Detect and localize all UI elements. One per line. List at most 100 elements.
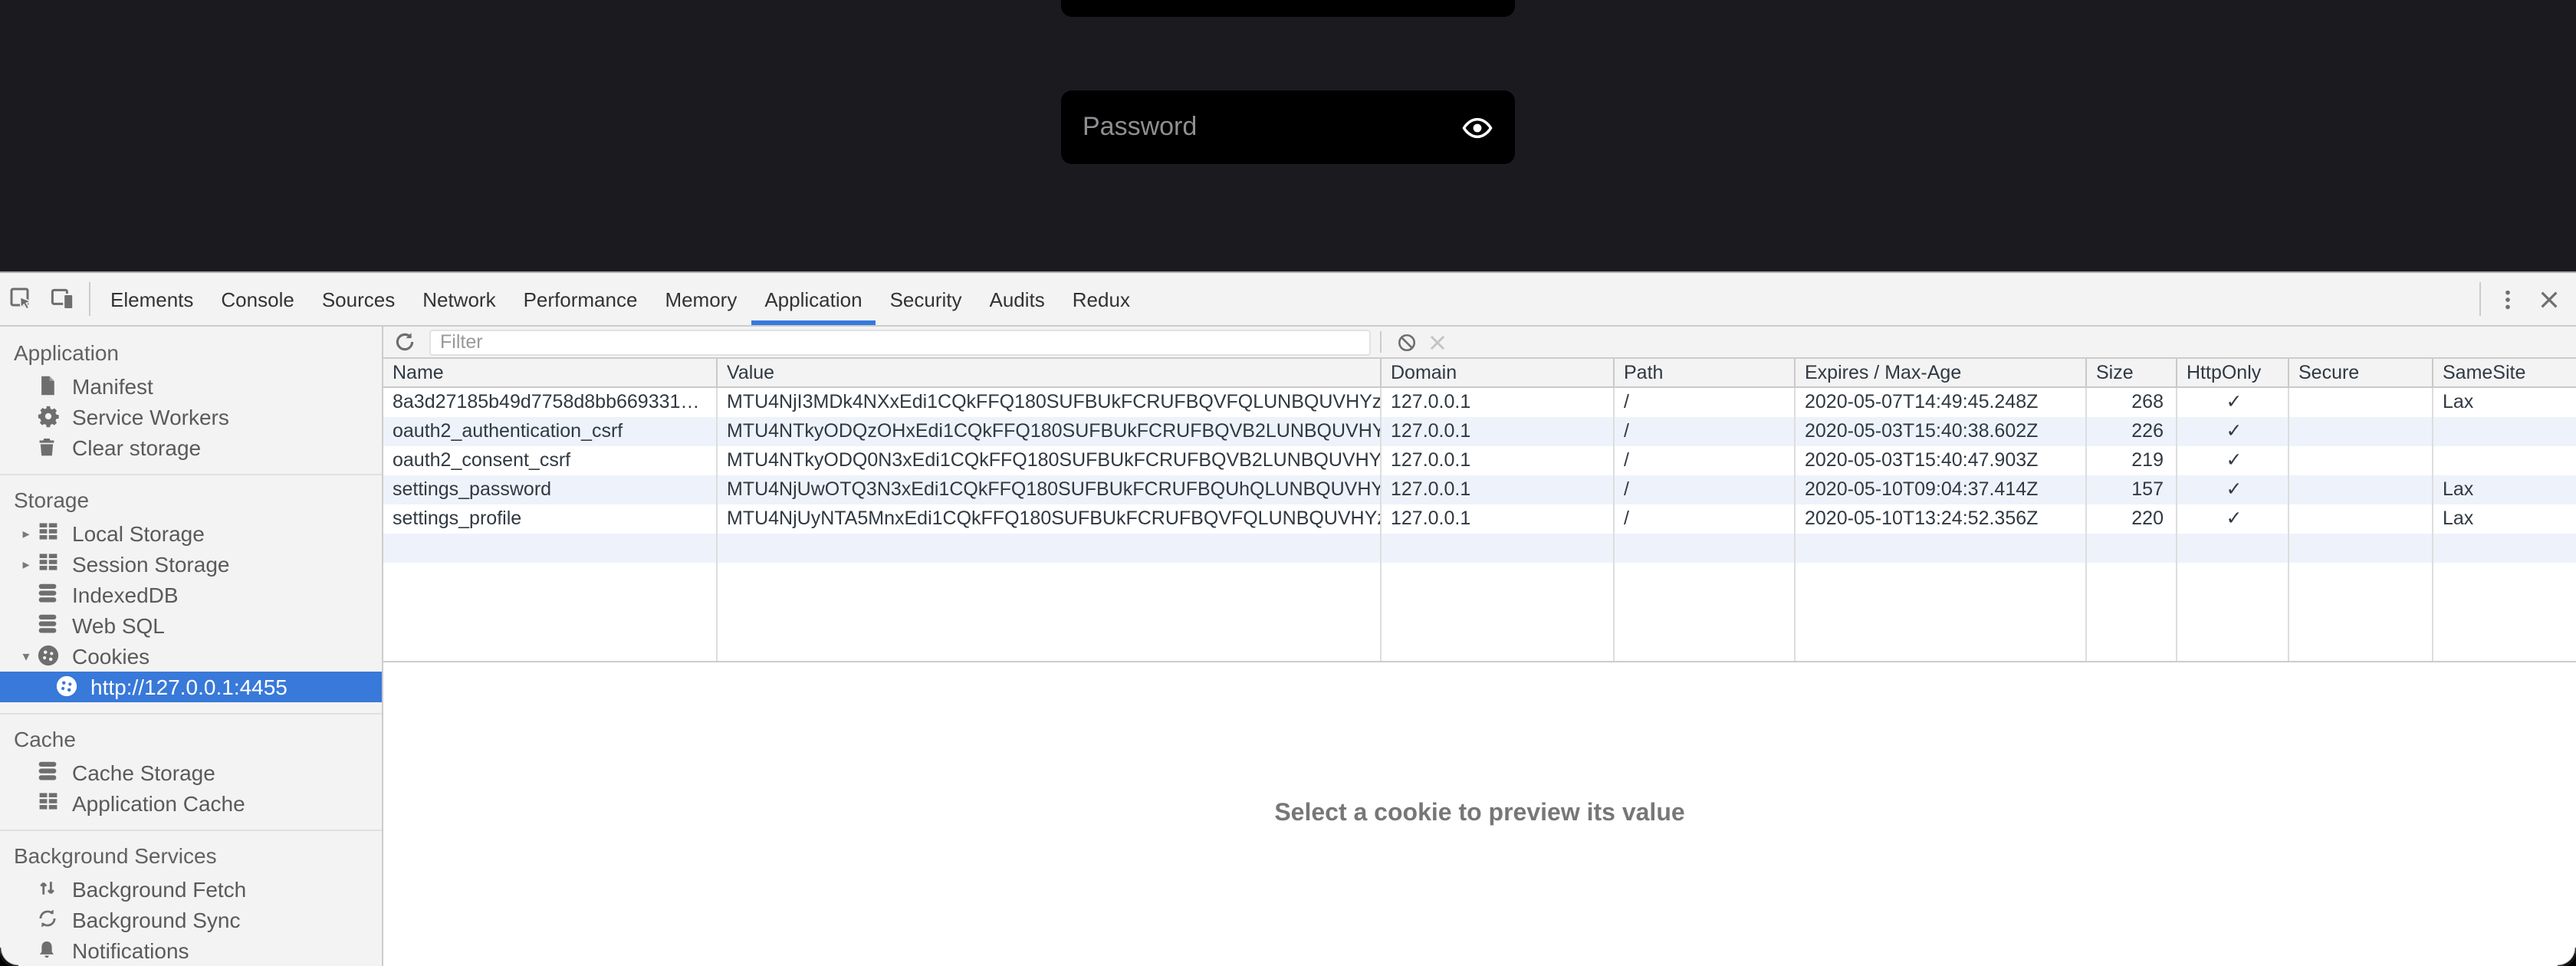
cell-path[interactable]: / (1615, 446, 1796, 475)
sidebar-item-web-sql[interactable]: Web SQL (0, 610, 382, 641)
expander-arrow-icon[interactable]: ▸ (15, 525, 37, 542)
cell-name[interactable]: 8a3d27185b49d7758d8bb669331… (383, 388, 718, 417)
tab-elements[interactable]: Elements (97, 273, 207, 325)
sidebar-item-application-cache[interactable]: Application Cache (0, 788, 382, 819)
cell-domain[interactable]: 127.0.0.1 (1382, 475, 1615, 504)
cell-size (2087, 534, 2177, 563)
cookie-row[interactable]: settings_passwordMTU4NjUwOTQ3N3xEdi1CQkF… (383, 475, 2576, 504)
cell-httponly[interactable]: ✓ (2177, 446, 2289, 475)
cell-secure[interactable] (2289, 388, 2433, 417)
cell-samesite[interactable] (2433, 446, 2576, 475)
cell-value[interactable]: MTU4NTkyODQ0N3xEdi1CQkFFQ180SUFBUkFCRUFB… (718, 446, 1382, 475)
tab-console[interactable]: Console (207, 273, 307, 325)
cell-size[interactable]: 157 (2087, 475, 2177, 504)
filter-input[interactable] (429, 329, 1371, 355)
sidebar-item-notifications[interactable]: Notifications (0, 935, 382, 966)
empty-table-area (383, 563, 2576, 661)
sidebar-item-background-fetch[interactable]: Background Fetch (0, 874, 382, 905)
cell-domain[interactable]: 127.0.0.1 (1382, 446, 1615, 475)
sidebar-item-local-storage[interactable]: ▸ Local Storage (0, 518, 382, 549)
tab-security[interactable]: Security (876, 273, 976, 325)
expander-arrow-icon[interactable]: ▾ (15, 648, 37, 665)
cookie-row[interactable]: settings_profileMTU4NjUyNTA5MnxEdi1CQkFF… (383, 504, 2576, 534)
cell-domain[interactable]: 127.0.0.1 (1382, 504, 1615, 534)
sidebar-item-session-storage[interactable]: ▸ Session Storage (0, 549, 382, 580)
clear-all-icon[interactable] (1391, 327, 1421, 357)
cell-httponly[interactable]: ✓ (2177, 388, 2289, 417)
cell-secure[interactable] (2289, 446, 2433, 475)
tab-performance[interactable]: Performance (510, 273, 652, 325)
cell-name[interactable]: oauth2_consent_csrf (383, 446, 718, 475)
cell-samesite[interactable]: Lax (2433, 475, 2576, 504)
sidebar-item-background-sync[interactable]: Background Sync (0, 905, 382, 935)
cookie-row[interactable]: 8a3d27185b49d7758d8bb669331…MTU4NjI3MDk4… (383, 388, 2576, 417)
cell-samesite[interactable] (2433, 417, 2576, 446)
tab-application[interactable]: Application (751, 273, 876, 325)
cookie-row[interactable]: oauth2_consent_csrfMTU4NTkyODQ0N3xEdi1CQ… (383, 446, 2576, 475)
tab-audits[interactable]: Audits (976, 273, 1059, 325)
sidebar-item-http-127-0-0-1-4455[interactable]: http://127.0.0.1:4455 (0, 672, 382, 702)
column-header-domain[interactable]: Domain (1382, 359, 1615, 386)
cell-domain[interactable]: 127.0.0.1 (1382, 417, 1615, 446)
sidebar-item-indexeddb[interactable]: IndexedDB (0, 580, 382, 610)
sidebar-item-service-workers[interactable]: Service Workers (0, 402, 382, 432)
cell-value[interactable]: MTU4NjI3MDk4NXxEdi1CQkFFQ180SUFBUkFCRUFB… (718, 388, 1382, 417)
cell-value[interactable]: MTU4NTkyODQzOHxEdi1CQkFFQ180SUFBUkFCRUFB… (718, 417, 1382, 446)
cell-expires[interactable]: 2020-05-03T15:40:47.903Z (1796, 446, 2087, 475)
cell-size[interactable]: 268 (2087, 388, 2177, 417)
cell-name[interactable]: settings_password (383, 475, 718, 504)
kebab-menu-icon[interactable] (2487, 273, 2528, 325)
cell-path[interactable]: / (1615, 417, 1796, 446)
cell-expires[interactable]: 2020-05-03T15:40:38.602Z (1796, 417, 2087, 446)
cell-secure[interactable] (2289, 475, 2433, 504)
column-header-samesite[interactable]: SameSite (2433, 359, 2576, 386)
column-header-expires[interactable]: Expires / Max-Age (1796, 359, 2087, 386)
column-header-path[interactable]: Path (1615, 359, 1796, 386)
tab-network[interactable]: Network (409, 273, 509, 325)
cell-secure[interactable] (2289, 417, 2433, 446)
column-header-size[interactable]: Size (2087, 359, 2177, 386)
cell-path[interactable]: / (1615, 388, 1796, 417)
column-header-value[interactable]: Value (718, 359, 1382, 386)
cell-httponly[interactable]: ✓ (2177, 504, 2289, 534)
cell-path[interactable]: / (1615, 504, 1796, 534)
eye-icon[interactable] (1461, 111, 1493, 143)
cell-size[interactable]: 226 (2087, 417, 2177, 446)
cell-name[interactable]: oauth2_authentication_csrf (383, 417, 718, 446)
cell-expires[interactable]: 2020-05-10T09:04:37.414Z (1796, 475, 2087, 504)
password-field[interactable]: Password (1061, 90, 1515, 164)
cell-httponly[interactable]: ✓ (2177, 417, 2289, 446)
close-icon[interactable] (2528, 273, 2570, 325)
cell-value[interactable]: MTU4NjUyNTA5MnxEdi1CQkFFQ180SUFBUkFCRUFB… (718, 504, 1382, 534)
cell-name[interactable]: settings_profile (383, 504, 718, 534)
column-header-secure[interactable]: Secure (2289, 359, 2433, 386)
cell-samesite[interactable]: Lax (2433, 388, 2576, 417)
cell-domain[interactable]: 127.0.0.1 (1382, 388, 1615, 417)
cell-path (1615, 563, 1796, 661)
expander-arrow-icon[interactable]: ▸ (15, 556, 37, 573)
tab-memory[interactable]: Memory (651, 273, 751, 325)
cell-size[interactable]: 219 (2087, 446, 2177, 475)
inspect-icon[interactable] (0, 273, 41, 325)
identifier-field[interactable] (1061, 0, 1515, 17)
cell-samesite[interactable]: Lax (2433, 504, 2576, 534)
column-header-name[interactable]: Name (383, 359, 718, 386)
cell-httponly[interactable]: ✓ (2177, 475, 2289, 504)
tab-redux[interactable]: Redux (1059, 273, 1144, 325)
device-toolbar-icon[interactable] (41, 273, 83, 325)
cell-expires[interactable]: 2020-05-10T13:24:52.356Z (1796, 504, 2087, 534)
sidebar-item-cookies[interactable]: ▾ Cookies (0, 641, 382, 672)
cell-path[interactable]: / (1615, 475, 1796, 504)
cell-secure[interactable] (2289, 504, 2433, 534)
tab-sources[interactable]: Sources (308, 273, 409, 325)
sidebar-item-cache-storage[interactable]: Cache Storage (0, 757, 382, 788)
cell-expires[interactable]: 2020-05-07T14:49:45.248Z (1796, 388, 2087, 417)
cell-size[interactable]: 220 (2087, 504, 2177, 534)
refresh-icon[interactable] (389, 327, 420, 357)
delete-x-icon[interactable] (1421, 327, 1452, 357)
sidebar-item-clear-storage[interactable]: Clear storage (0, 432, 382, 463)
column-header-httponly[interactable]: HttpOnly (2177, 359, 2289, 386)
cell-value[interactable]: MTU4NjUwOTQ3N3xEdi1CQkFFQ180SUFBUkFCRUFB… (718, 475, 1382, 504)
sidebar-item-manifest[interactable]: Manifest (0, 371, 382, 402)
cookie-row[interactable]: oauth2_authentication_csrfMTU4NTkyODQzOH… (383, 417, 2576, 446)
